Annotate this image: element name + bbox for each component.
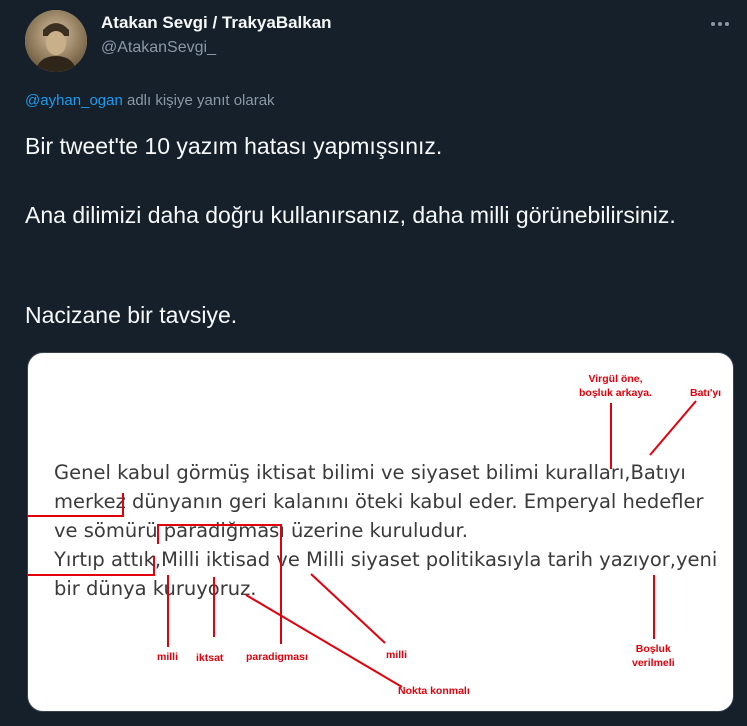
- reply-mention-link[interactable]: @ayhan_ogan: [25, 92, 123, 109]
- annotation-bosluk: Boşluk verilmeli: [632, 643, 675, 669]
- annotation-label: Boşluk verilmeli: [632, 642, 675, 670]
- annotation-bati: Batı'yı: [690, 387, 722, 399]
- tweet-media-image[interactable]: Genel kabul görmüş iktisat bilimi ve siy…: [27, 352, 734, 712]
- annotation-nokta: Nokta konmalı: [398, 685, 470, 697]
- avatar[interactable]: [25, 10, 87, 72]
- tweet-text-line-2: Ana dilimizi daha doğru kullanırsanız, d…: [25, 202, 676, 228]
- annotation-milli-1: milli: [157, 651, 179, 663]
- annotation-milli-2: milli: [386, 649, 408, 661]
- tweet: Atakan Sevgi / TrakyaBalkan @AtakanSevgi…: [0, 0, 747, 726]
- author-display-name[interactable]: Atakan Sevgi / TrakyaBalkan: [101, 13, 332, 33]
- author-handle[interactable]: @AtakanSevgi_: [101, 39, 216, 57]
- annotation-paradigmasi: paradigması: [246, 651, 308, 663]
- reply-context: @ayhan_ogan adlı kişiye yanıt olarak: [25, 92, 275, 109]
- reply-context-text: adlı kişiye yanıt olarak: [122, 92, 275, 109]
- annotation-iktisat: iktsat: [196, 652, 224, 664]
- more-options-button[interactable]: [708, 12, 732, 36]
- annotation-label: Virgül öne, boşluk arkaya.: [579, 372, 652, 400]
- more-horizontal-icon: [711, 22, 729, 26]
- tweet-text-line-3: Nacizane bir tavsiye.: [25, 302, 238, 328]
- annotation-virgul: Virgül öne, boşluk arkaya.: [579, 373, 652, 399]
- tweet-text-line-1: Bir tweet'te 10 yazım hatası yapmışsınız…: [25, 133, 443, 159]
- avatar-portrait-icon: [25, 10, 87, 72]
- correction-annotations: [28, 400, 697, 688]
